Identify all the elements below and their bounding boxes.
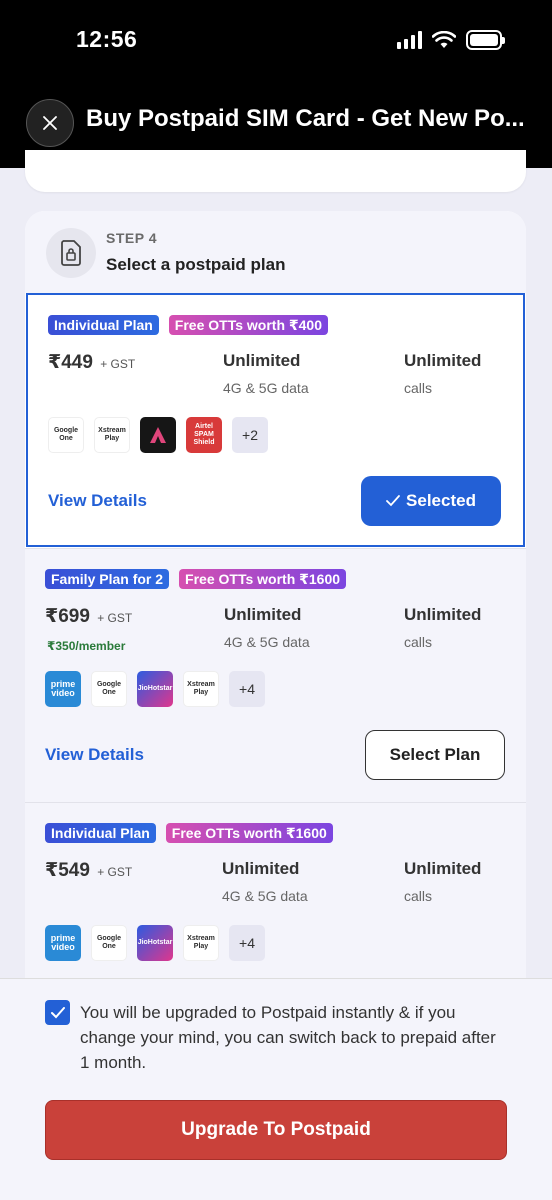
signal-icon	[397, 31, 422, 49]
wifi-icon	[432, 31, 456, 48]
select-plan-button[interactable]: Select Plan	[365, 730, 505, 780]
prime-video-icon: prime video	[45, 925, 81, 961]
check-icon	[386, 495, 400, 507]
per-member-price: ₹350/member	[47, 639, 126, 653]
data-info: Unlimited 4G & 5G data	[224, 605, 310, 650]
sim-card-icon	[46, 228, 96, 278]
xstream-play-icon: Xstream Play	[183, 925, 219, 961]
calls-info: Unlimited calls	[404, 605, 482, 650]
ott-worth-badge: Free OTTs worth ₹1600	[165, 823, 333, 843]
data-info: Unlimited 4G & 5G data	[222, 859, 308, 904]
calls-info: Unlimited calls	[404, 859, 482, 904]
plan-type-badge: Individual Plan	[48, 315, 159, 335]
plan-card-449[interactable]: Individual Plan Free OTTs worth ₹400 ₹44…	[26, 293, 525, 547]
bottom-panel: You will be upgraded to Postpaid instant…	[0, 978, 552, 1200]
prime-video-icon: prime video	[45, 671, 81, 707]
status-icons	[397, 30, 505, 50]
spam-shield-icon: Airtel SPAM Shield	[186, 417, 222, 453]
plan-type-badge: Family Plan for 2	[45, 569, 170, 589]
more-otts-badge[interactable]: +4	[229, 671, 265, 707]
ott-list: prime video Google One JioHotstar Xstrea…	[45, 671, 265, 707]
xstream-play-icon: Xstream Play	[183, 671, 219, 707]
adobe-express-icon	[140, 417, 176, 453]
step-card: STEP 4 Select a postpaid plan Individual…	[25, 211, 526, 1031]
google-one-icon: Google One	[48, 417, 84, 453]
plan-type-badge: Individual Plan	[45, 823, 156, 843]
plan-price: ₹449 + GST	[48, 352, 136, 373]
data-info: Unlimited 4G & 5G data	[223, 351, 309, 396]
previous-step-card	[25, 150, 526, 192]
jiohotstar-icon: JioHotstar	[137, 671, 173, 707]
upgrade-to-postpaid-button[interactable]: Upgrade To Postpaid	[45, 1100, 507, 1160]
more-otts-badge[interactable]: +2	[232, 417, 268, 453]
step-header: STEP 4 Select a postpaid plan	[25, 211, 526, 293]
ott-list: prime video Google One JioHotstar Xstrea…	[45, 925, 265, 961]
check-icon	[50, 1006, 65, 1018]
plan-price: ₹549 + GST	[45, 860, 133, 881]
step-title: Select a postpaid plan	[106, 255, 286, 274]
step-label: STEP 4	[106, 230, 157, 246]
calls-info: Unlimited calls	[404, 351, 482, 396]
more-otts-badge[interactable]: +4	[229, 925, 265, 961]
consent-text: You will be upgraded to Postpaid instant…	[80, 1003, 496, 1072]
ott-list: Google One Xstream Play Airtel SPAM Shie…	[48, 417, 268, 453]
close-button[interactable]	[26, 99, 74, 147]
battery-icon	[466, 30, 505, 50]
jiohotstar-icon: JioHotstar	[137, 925, 173, 961]
selected-button[interactable]: Selected	[361, 476, 501, 526]
view-details-link[interactable]: View Details	[45, 745, 144, 765]
view-details-link[interactable]: View Details	[48, 491, 147, 511]
close-icon	[43, 116, 57, 130]
plan-card-699[interactable]: Family Plan for 2 Free OTTs worth ₹1600 …	[25, 548, 526, 802]
ott-worth-badge: Free OTTs worth ₹400	[168, 315, 328, 335]
google-one-icon: Google One	[91, 925, 127, 961]
xstream-play-icon: Xstream Play	[94, 417, 130, 453]
top-bar: 12:56 Buy Postpaid SIM Card - Get New Po…	[0, 0, 552, 168]
status-time: 12:56	[76, 26, 138, 52]
google-one-icon: Google One	[91, 671, 127, 707]
page-title: Buy Postpaid SIM Card - Get New Po...	[86, 105, 525, 132]
consent-checkbox[interactable]	[45, 1000, 70, 1025]
plan-price: ₹699 + GST	[45, 606, 133, 627]
ott-worth-badge: Free OTTs worth ₹1600	[179, 569, 347, 589]
